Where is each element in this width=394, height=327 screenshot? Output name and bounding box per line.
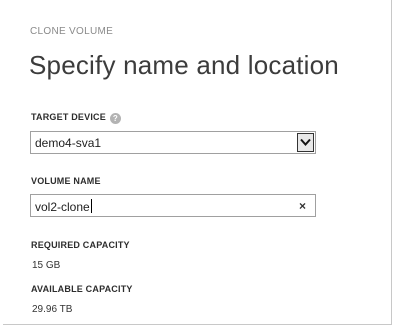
clone-volume-dialog: CLONE VOLUME Specify name and location T…: [3, 0, 392, 325]
volume-name-value: vol2-clone: [35, 200, 90, 214]
available-capacity-label: AVAILABLE CAPACITY: [31, 284, 133, 294]
chevron-down-icon: [300, 138, 311, 146]
required-capacity-value: 15 GB: [32, 260, 61, 271]
volume-name-row: vol2-clone: [35, 199, 92, 214]
clear-icon[interactable]: ×: [299, 199, 306, 213]
dropdown-button[interactable]: [297, 133, 314, 152]
target-device-label: TARGET DEVICE: [31, 112, 106, 122]
text-caret: [90, 199, 92, 213]
volume-name-label: VOLUME NAME: [31, 176, 101, 186]
page-title: Specify name and location: [29, 50, 339, 80]
target-device-label-row: TARGET DEVICE?: [31, 112, 121, 124]
dialog-kicker: CLONE VOLUME: [30, 26, 114, 37]
target-device-select[interactable]: demo4-sva1: [30, 131, 316, 154]
available-capacity-value: 29.96 TB: [32, 304, 73, 315]
volume-name-input[interactable]: vol2-clone ×: [30, 194, 316, 217]
required-capacity-label: REQUIRED CAPACITY: [31, 240, 130, 250]
target-device-selected-value: demo4-sva1: [35, 136, 102, 150]
help-icon[interactable]: ?: [109, 113, 121, 124]
